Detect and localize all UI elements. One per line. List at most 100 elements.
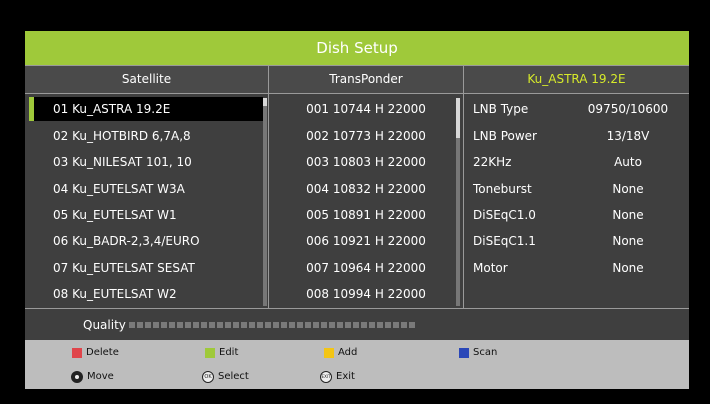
quality-segment — [193, 322, 199, 328]
quality-segment — [273, 322, 279, 328]
page-title: Dish Setup — [25, 31, 689, 65]
param-value-22khz[interactable]: Auto — [573, 150, 683, 174]
quality-segment — [185, 322, 191, 328]
quality-segment — [353, 322, 359, 328]
yellow-key-icon — [324, 348, 334, 358]
quality-segment — [201, 322, 207, 328]
param-label-lnb-type: LNB Type — [473, 102, 529, 116]
divider — [268, 66, 269, 308]
param-value-diseqc10[interactable]: None — [573, 203, 683, 227]
satellite-list-item[interactable]: 05 Ku_EUTELSAT W1 — [29, 203, 263, 227]
satellite-list-item[interactable]: 08 Ku_EUTELSAT W2 — [29, 282, 263, 306]
transponder-scrollbar[interactable] — [456, 98, 460, 306]
red-key-icon — [72, 348, 82, 358]
move-label: Move — [87, 371, 114, 382]
satellite-name: 07 Ku_EUTELSAT SESAT — [53, 261, 195, 275]
quality-segment — [409, 322, 415, 328]
param-label-diseqc10: DiSEqC1.0 — [473, 208, 536, 222]
selection-marker — [29, 97, 34, 121]
quality-segment — [137, 322, 143, 328]
green-key-icon — [205, 348, 215, 358]
quality-label: Quality — [83, 318, 126, 332]
quality-segment — [265, 322, 271, 328]
quality-segment — [313, 322, 319, 328]
dish-setup-screen: Dish Setup Satellite TransPonder Ku_ASTR… — [25, 31, 689, 389]
scan-label: Scan — [473, 347, 498, 358]
quality-segment — [401, 322, 407, 328]
key-legend: Delete Edit Add Scan Move OK Select EXIT… — [25, 340, 689, 389]
transponder-list-item[interactable]: 002 10773 H 22000 — [273, 124, 459, 148]
satellite-scrollbar[interactable] — [263, 98, 267, 306]
exit-key-hint[interactable]: EXIT Exit — [320, 370, 355, 384]
edit-key-hint[interactable]: Edit — [205, 346, 238, 360]
quality-segment — [129, 322, 135, 328]
exit-button-icon: EXIT — [320, 371, 332, 383]
satellite-name: 05 Ku_EUTELSAT W1 — [53, 208, 177, 222]
param-value-motor[interactable]: None — [573, 256, 683, 280]
quality-segment — [329, 322, 335, 328]
ok-button-icon: OK — [202, 371, 214, 383]
quality-segment — [145, 322, 151, 328]
param-value-toneburst[interactable]: None — [573, 177, 683, 201]
quality-segment — [361, 322, 367, 328]
divider — [463, 66, 464, 308]
select-key-hint[interactable]: OK Select — [202, 370, 249, 384]
divider — [25, 93, 689, 94]
transponder-list-item[interactable]: 001 10744 H 22000 — [273, 97, 459, 121]
quality-segment — [225, 322, 231, 328]
delete-label: Delete — [86, 347, 119, 358]
satellite-name: 03 Ku_NILESAT 101, 10 — [53, 155, 192, 169]
param-value-lnb-type[interactable]: 09750/10600 — [573, 97, 683, 121]
scan-key-hint[interactable]: Scan — [459, 346, 497, 360]
satellite-name: 01 Ku_ASTRA 19.2E — [53, 102, 171, 116]
navigation-pad-icon — [71, 371, 83, 383]
param-label-22khz: 22KHz — [473, 155, 512, 169]
transponder-list-item[interactable]: 008 10994 H 22000 — [273, 282, 459, 306]
satellite-list-item[interactable]: 07 Ku_EUTELSAT SESAT — [29, 256, 263, 280]
satellite-list-item[interactable]: 04 Ku_EUTELSAT W3A — [29, 177, 263, 201]
divider — [25, 65, 689, 66]
satellite-name: 04 Ku_EUTELSAT W3A — [53, 182, 185, 196]
select-label: Select — [218, 371, 249, 382]
param-label-lnb-power: LNB Power — [473, 129, 537, 143]
selected-satellite-header: Ku_ASTRA 19.2E — [464, 66, 689, 93]
transponder-scroll-thumb[interactable] — [456, 98, 460, 138]
quality-segment — [377, 322, 383, 328]
quality-segment — [385, 322, 391, 328]
param-label-diseqc11: DiSEqC1.1 — [473, 234, 536, 248]
divider — [25, 308, 689, 309]
quality-segment — [233, 322, 239, 328]
transponder-list-item[interactable]: 006 10921 H 22000 — [273, 229, 459, 253]
transponder-list-item[interactable]: 004 10832 H 22000 — [273, 177, 459, 201]
quality-segment — [169, 322, 175, 328]
quality-meter — [129, 322, 415, 328]
move-key-hint[interactable]: Move — [71, 370, 114, 384]
transponder-list-item[interactable]: 005 10891 H 22000 — [273, 203, 459, 227]
add-key-hint[interactable]: Add — [324, 346, 357, 360]
blue-key-icon — [459, 348, 469, 358]
satellite-list-item[interactable]: 06 Ku_BADR-2,3,4/EURO — [29, 229, 263, 253]
satellite-list-item[interactable]: 02 Ku_HOTBIRD 6,7A,8 — [29, 124, 263, 148]
param-value-diseqc11[interactable]: None — [573, 229, 683, 253]
quality-segment — [345, 322, 351, 328]
quality-segment — [321, 322, 327, 328]
edit-label: Edit — [219, 347, 239, 358]
exit-label: Exit — [336, 371, 355, 382]
satellite-name: 02 Ku_HOTBIRD 6,7A,8 — [53, 129, 191, 143]
transponder-list-item[interactable]: 003 10803 H 22000 — [273, 150, 459, 174]
quality-segment — [241, 322, 247, 328]
satellite-scroll-thumb[interactable] — [263, 98, 267, 106]
quality-segment — [257, 322, 263, 328]
satellite-column-header: Satellite — [25, 66, 268, 93]
satellite-list-item[interactable]: 01 Ku_ASTRA 19.2E — [29, 97, 263, 121]
quality-segment — [177, 322, 183, 328]
param-label-motor: Motor — [473, 261, 508, 275]
param-value-lnb-power[interactable]: 13/18V — [573, 124, 683, 148]
quality-segment — [289, 322, 295, 328]
quality-segment — [249, 322, 255, 328]
quality-segment — [297, 322, 303, 328]
transponder-list-item[interactable]: 007 10964 H 22000 — [273, 256, 459, 280]
satellite-name: 08 Ku_EUTELSAT W2 — [53, 287, 177, 301]
satellite-list-item[interactable]: 03 Ku_NILESAT 101, 10 — [29, 150, 263, 174]
delete-key-hint[interactable]: Delete — [72, 346, 119, 360]
